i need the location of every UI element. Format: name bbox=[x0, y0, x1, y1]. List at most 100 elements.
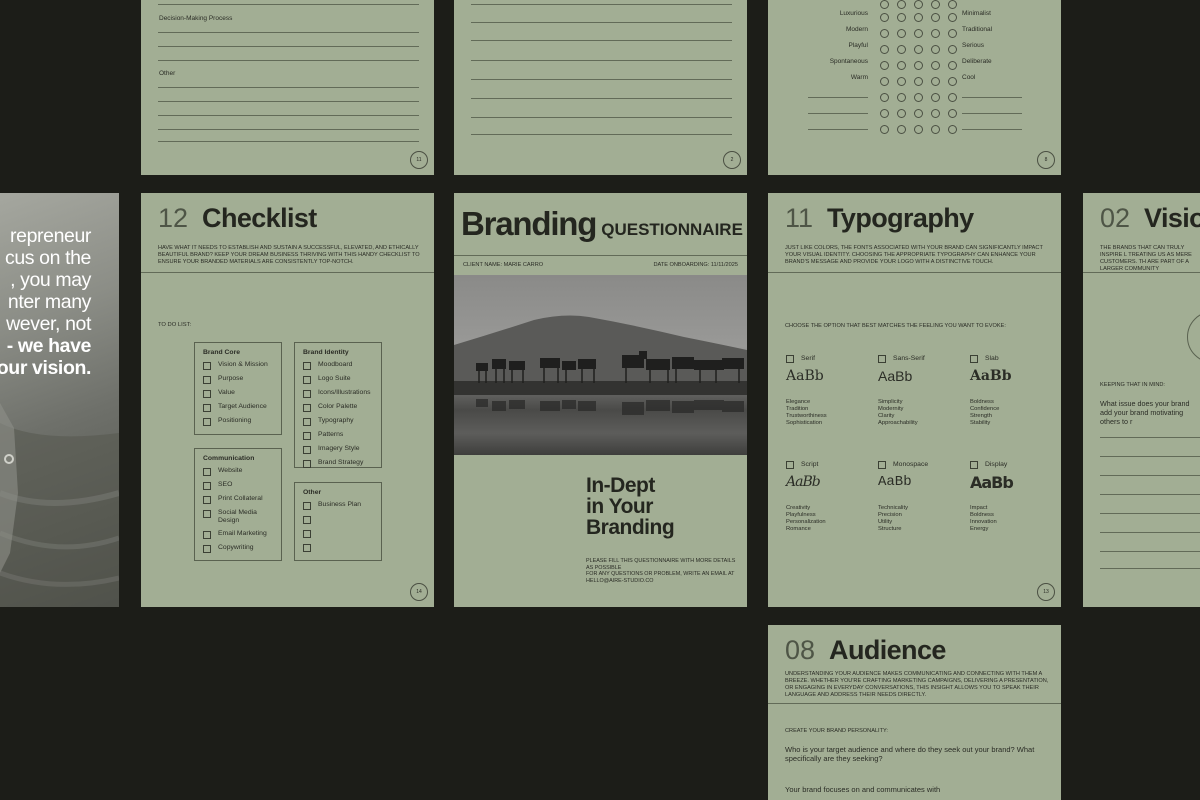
radio-option[interactable] bbox=[931, 29, 940, 38]
radio-option[interactable] bbox=[880, 29, 889, 38]
checkbox[interactable] bbox=[303, 516, 311, 524]
checklist-item[interactable]: Website bbox=[203, 467, 273, 476]
checklist-item[interactable]: Patterns bbox=[303, 431, 373, 440]
scale-row: Spontaneous Deliberate bbox=[768, 57, 1061, 70]
radio-option[interactable] bbox=[948, 61, 957, 70]
radio-option[interactable] bbox=[897, 77, 906, 86]
checkbox[interactable] bbox=[203, 468, 211, 476]
checkbox[interactable] bbox=[203, 482, 211, 490]
checkbox[interactable] bbox=[303, 362, 311, 370]
checkbox[interactable] bbox=[303, 404, 311, 412]
radio-option[interactable] bbox=[914, 93, 923, 102]
checklist-item[interactable]: Imagery Style bbox=[303, 445, 373, 454]
checkbox[interactable] bbox=[303, 460, 311, 468]
radio-option[interactable] bbox=[948, 13, 957, 22]
radio-option[interactable] bbox=[914, 61, 923, 70]
checkbox[interactable] bbox=[970, 355, 978, 363]
radio-option[interactable] bbox=[931, 125, 940, 134]
radio-option[interactable] bbox=[931, 61, 940, 70]
checklist-item[interactable] bbox=[303, 515, 373, 524]
radio-option[interactable] bbox=[880, 109, 889, 118]
radio-option[interactable] bbox=[948, 93, 957, 102]
radio-option[interactable] bbox=[931, 93, 940, 102]
checkbox[interactable] bbox=[303, 390, 311, 398]
contact-email-link[interactable]: hello@aire-studio.co bbox=[586, 578, 735, 585]
radio-option[interactable] bbox=[880, 77, 889, 86]
checkbox[interactable] bbox=[203, 496, 211, 504]
checkbox[interactable] bbox=[878, 461, 886, 469]
radio-option[interactable] bbox=[948, 29, 957, 38]
checklist-item[interactable]: Value bbox=[203, 389, 273, 398]
checklist-item[interactable]: Target Audience bbox=[203, 403, 273, 412]
radio-option[interactable] bbox=[931, 109, 940, 118]
page-top-left: Decision-Making Process Other 11 bbox=[141, 0, 434, 175]
radio-option[interactable] bbox=[914, 13, 923, 22]
checkbox[interactable] bbox=[786, 461, 794, 469]
checklist-item[interactable] bbox=[303, 529, 373, 538]
radio-option[interactable] bbox=[914, 45, 923, 54]
checkbox[interactable] bbox=[303, 418, 311, 426]
checkbox[interactable] bbox=[878, 355, 886, 363]
checkbox[interactable] bbox=[303, 432, 311, 440]
radio-option[interactable] bbox=[880, 125, 889, 134]
checkbox[interactable] bbox=[303, 376, 311, 384]
radio-option[interactable] bbox=[897, 109, 906, 118]
section-title: Typography bbox=[827, 203, 974, 233]
checkbox[interactable] bbox=[786, 355, 794, 363]
checkbox[interactable] bbox=[303, 446, 311, 454]
checkbox[interactable] bbox=[303, 544, 311, 552]
checkbox[interactable] bbox=[303, 502, 311, 510]
checklist-item[interactable]: Brand Strategy bbox=[303, 459, 373, 468]
checkbox[interactable] bbox=[970, 461, 978, 469]
radio-option[interactable] bbox=[880, 61, 889, 70]
radio-option[interactable] bbox=[931, 13, 940, 22]
radio-option[interactable] bbox=[914, 77, 923, 86]
radio-option[interactable] bbox=[914, 29, 923, 38]
checklist-item[interactable]: Logo Suite bbox=[303, 375, 373, 384]
checklist-item[interactable]: Print Collateral bbox=[203, 495, 273, 504]
radio-option[interactable] bbox=[948, 77, 957, 86]
checkbox[interactable] bbox=[203, 404, 211, 412]
checkbox[interactable] bbox=[203, 390, 211, 398]
radio-option[interactable] bbox=[880, 13, 889, 22]
checkbox[interactable] bbox=[303, 530, 311, 538]
radio-option[interactable] bbox=[897, 13, 906, 22]
checklist-item[interactable]: Business Plan bbox=[303, 501, 373, 510]
radio-option[interactable] bbox=[897, 125, 906, 134]
checkbox[interactable] bbox=[203, 531, 211, 539]
radio-option[interactable] bbox=[948, 109, 957, 118]
checklist-item[interactable]: Copywriting bbox=[203, 544, 273, 553]
checklist-item[interactable]: Vision & Mission bbox=[203, 361, 273, 370]
radio-option[interactable] bbox=[948, 125, 957, 134]
radio-option[interactable] bbox=[897, 29, 906, 38]
checklist-item[interactable]: Typography bbox=[303, 417, 373, 426]
radio-option[interactable] bbox=[914, 109, 923, 118]
checkbox[interactable] bbox=[203, 510, 211, 518]
checklist-item[interactable]: Moodboard bbox=[303, 361, 373, 370]
page-top-right: Luxurious Minimalist Modern Traditional … bbox=[768, 0, 1061, 175]
radio-option[interactable] bbox=[897, 61, 906, 70]
checkbox[interactable] bbox=[203, 418, 211, 426]
checkbox[interactable] bbox=[203, 362, 211, 370]
radio-option[interactable] bbox=[931, 45, 940, 54]
radio-option[interactable] bbox=[914, 125, 923, 134]
checklist-item[interactable]: Positioning bbox=[203, 417, 273, 426]
checklist-item[interactable]: SEO bbox=[203, 481, 273, 490]
section-intro: The brands that can truly inspire l trea… bbox=[1100, 245, 1192, 272]
checkbox[interactable] bbox=[203, 545, 211, 553]
radio-option[interactable] bbox=[931, 77, 940, 86]
page-number: 14 bbox=[410, 583, 428, 601]
radio-option[interactable] bbox=[897, 45, 906, 54]
checklist-item[interactable]: Icons/Illustrations bbox=[303, 389, 373, 398]
radio-option[interactable] bbox=[948, 45, 957, 54]
checklist-item[interactable] bbox=[303, 543, 373, 552]
checklist-item[interactable]: Email Marketing bbox=[203, 530, 273, 539]
radio-option[interactable] bbox=[880, 93, 889, 102]
checklist-item[interactable]: Social Media Design bbox=[203, 509, 273, 525]
checklist-item[interactable]: Purpose bbox=[203, 375, 273, 384]
radio-option[interactable] bbox=[897, 93, 906, 102]
section-number: 08 bbox=[785, 635, 816, 665]
radio-option[interactable] bbox=[880, 45, 889, 54]
checkbox[interactable] bbox=[203, 376, 211, 384]
checklist-item[interactable]: Color Palette bbox=[303, 403, 373, 412]
